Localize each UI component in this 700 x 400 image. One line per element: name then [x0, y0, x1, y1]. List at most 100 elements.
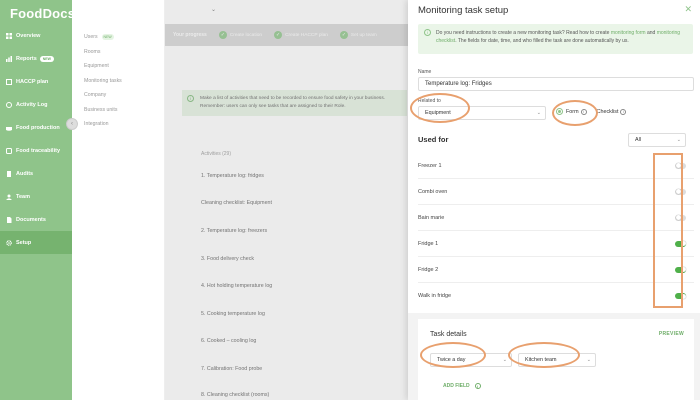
check-icon: ✓ — [274, 31, 283, 39]
toggle-switch[interactable] — [675, 240, 686, 247]
name-field[interactable]: Temperature log: Fridges — [418, 77, 694, 91]
sidebar-item-label: Food production — [16, 124, 60, 131]
equipment-label: Bain marie — [418, 214, 445, 221]
list-item[interactable]: Cleaning checklist: Equipment — [201, 200, 272, 206]
sidebar-item-audits[interactable]: Audits — [0, 162, 72, 185]
setup-subnav: Users NEW Rooms Equipment Monitoring tas… — [72, 0, 165, 400]
sidebar-item-label: Setup — [16, 239, 32, 246]
add-field-button[interactable]: ADD FIELD i — [443, 383, 481, 389]
subnav-item-label: Rooms — [84, 48, 101, 55]
checklist-radio-label[interactable]: Checklist — [597, 109, 619, 115]
help-icon[interactable]: i — [620, 108, 627, 115]
list-item[interactable]: 8. Cleaning checklist (rooms) — [201, 392, 269, 398]
subnav-item-label: Company — [84, 92, 107, 99]
add-field-label: ADD FIELD — [443, 383, 470, 389]
collapse-sidebar-button[interactable]: ‹ — [66, 118, 78, 130]
sidebar-item-food-traceability[interactable]: Food traceability — [0, 139, 72, 162]
sidebar-item-label: Audits — [16, 170, 34, 177]
name-label: Name — [418, 69, 432, 75]
progress-step[interactable]: ✓ Create HACCP plan — [274, 31, 328, 39]
document-icon — [6, 216, 12, 223]
progress-step-label: Create location — [229, 32, 263, 38]
sidebar-item-label: Food traceability — [16, 147, 61, 154]
toggle-switch[interactable] — [675, 188, 686, 195]
chevron-down-icon: ⌄ — [676, 137, 681, 143]
preview-button[interactable]: PREVIEW — [659, 331, 684, 337]
clipboard-icon — [6, 78, 12, 85]
list-item[interactable]: 3. Food delivery check — [201, 256, 254, 262]
sidebar-item-activity-log[interactable]: Activity Log — [0, 93, 72, 116]
toggle-switch[interactable] — [675, 293, 686, 299]
subnav-item-equipment[interactable]: Equipment — [72, 59, 164, 74]
toggle-switch[interactable] — [675, 266, 686, 273]
list-item[interactable]: 4. Hot holding temperature log — [201, 283, 272, 289]
progress-step[interactable]: ✓ Create location — [218, 31, 263, 39]
sidebar-item-setup[interactable]: Setup — [0, 231, 72, 254]
toggle-switch[interactable] — [675, 162, 686, 169]
sidebar-item-label: Overview — [16, 32, 41, 39]
sidebar-item-documents[interactable]: Documents — [0, 208, 72, 231]
form-radio[interactable] — [556, 108, 563, 115]
subnav-item-label: Business units — [84, 106, 118, 113]
audit-icon — [6, 170, 12, 177]
task-details-title: Task details — [430, 331, 467, 338]
sidebar-item-overview[interactable]: Overview — [0, 24, 72, 47]
pot-icon — [6, 125, 12, 131]
subnav-item-users[interactable]: Users NEW — [72, 30, 164, 45]
subnav-item-integration[interactable]: Integration — [72, 117, 164, 132]
used-for-row: Walk in fridge — [418, 283, 694, 309]
main-sidebar: FoodDocs Overview Reports NEW HACCP plan… — [0, 0, 76, 400]
monitoring-task-panel: Monitoring task setup ✕ i Do you need in… — [408, 0, 700, 400]
used-for-row: Fridge 2 — [418, 257, 694, 283]
form-radio-label: Form — [566, 108, 579, 115]
subnav-item-company[interactable]: Company — [72, 88, 164, 103]
chevron-down-icon[interactable]: ⌄ — [211, 6, 216, 13]
check-icon: ✓ — [339, 31, 348, 39]
list-item[interactable]: 7. Calibration: Food probe — [201, 366, 262, 372]
equipment-label: Walk in fridge — [418, 293, 452, 299]
info-text: and — [645, 30, 657, 36]
team-value: Kitchen team — [525, 357, 557, 363]
frequency-select[interactable]: Twice a day ⌄ — [430, 353, 512, 367]
used-for-row: Bain marie — [418, 205, 694, 231]
list-item[interactable]: 2. Temperature log: freezers — [201, 228, 267, 234]
sidebar-item-haccp-plan[interactable]: HACCP plan — [0, 70, 72, 93]
progress-step[interactable]: ✓ Set up team — [339, 31, 377, 39]
subnav-item-label: Monitoring tasks — [84, 77, 122, 84]
list-item[interactable]: 1. Temperature log: fridges — [201, 173, 264, 179]
chevron-down-icon: ⌄ — [536, 110, 541, 116]
team-icon — [6, 194, 12, 200]
sidebar-item-label: Team — [16, 193, 30, 200]
team-select[interactable]: Kitchen team ⌄ — [518, 353, 596, 367]
used-for-title: Used for — [418, 135, 449, 144]
progress-step-label: Create HACCP plan — [285, 32, 328, 38]
close-icon[interactable]: ✕ — [684, 4, 692, 15]
toggle-switch[interactable] — [675, 214, 686, 221]
equipment-label: Freezer 1 — [418, 162, 442, 169]
list-item[interactable]: 5. Cooking temperature log — [201, 311, 265, 317]
info-icon: i — [187, 95, 194, 102]
sidebar-item-reports[interactable]: Reports NEW — [0, 47, 72, 70]
sidebar-item-food-production[interactable]: Food production — [0, 116, 72, 139]
help-icon[interactable]: i — [474, 383, 481, 389]
subnav-item-monitoring-tasks[interactable]: Monitoring tasks — [72, 74, 164, 89]
help-icon[interactable]: i — [580, 108, 587, 115]
sidebar-item-team[interactable]: Team — [0, 185, 72, 208]
trace-icon — [6, 147, 12, 154]
app-logo: FoodDocs — [10, 6, 76, 21]
used-for-filter[interactable]: All ⌄ — [628, 133, 686, 147]
progress-label: Your progress — [173, 32, 207, 38]
subnav-item-business-units[interactable]: Business units — [72, 103, 164, 118]
equipment-label: Combi oven — [418, 188, 448, 195]
new-badge: NEW — [39, 55, 54, 62]
monitoring-form-link[interactable]: monitoring form — [611, 30, 646, 36]
list-item[interactable]: 6. Cooked – cooling log — [201, 338, 256, 344]
subnav-item-rooms[interactable]: Rooms — [72, 45, 164, 60]
check-icon: ✓ — [218, 31, 227, 39]
subnav-item-label: Equipment — [84, 63, 109, 70]
related-to-select[interactable]: Equipment ⌄ — [418, 106, 546, 120]
progress-bar: Your progress ✓ Create location ✓ Create H… — [165, 24, 408, 46]
sidebar-item-label: Documents — [16, 216, 46, 223]
frequency-value: Twice a day — [437, 357, 466, 363]
panel-title: Monitoring task setup — [418, 5, 509, 16]
